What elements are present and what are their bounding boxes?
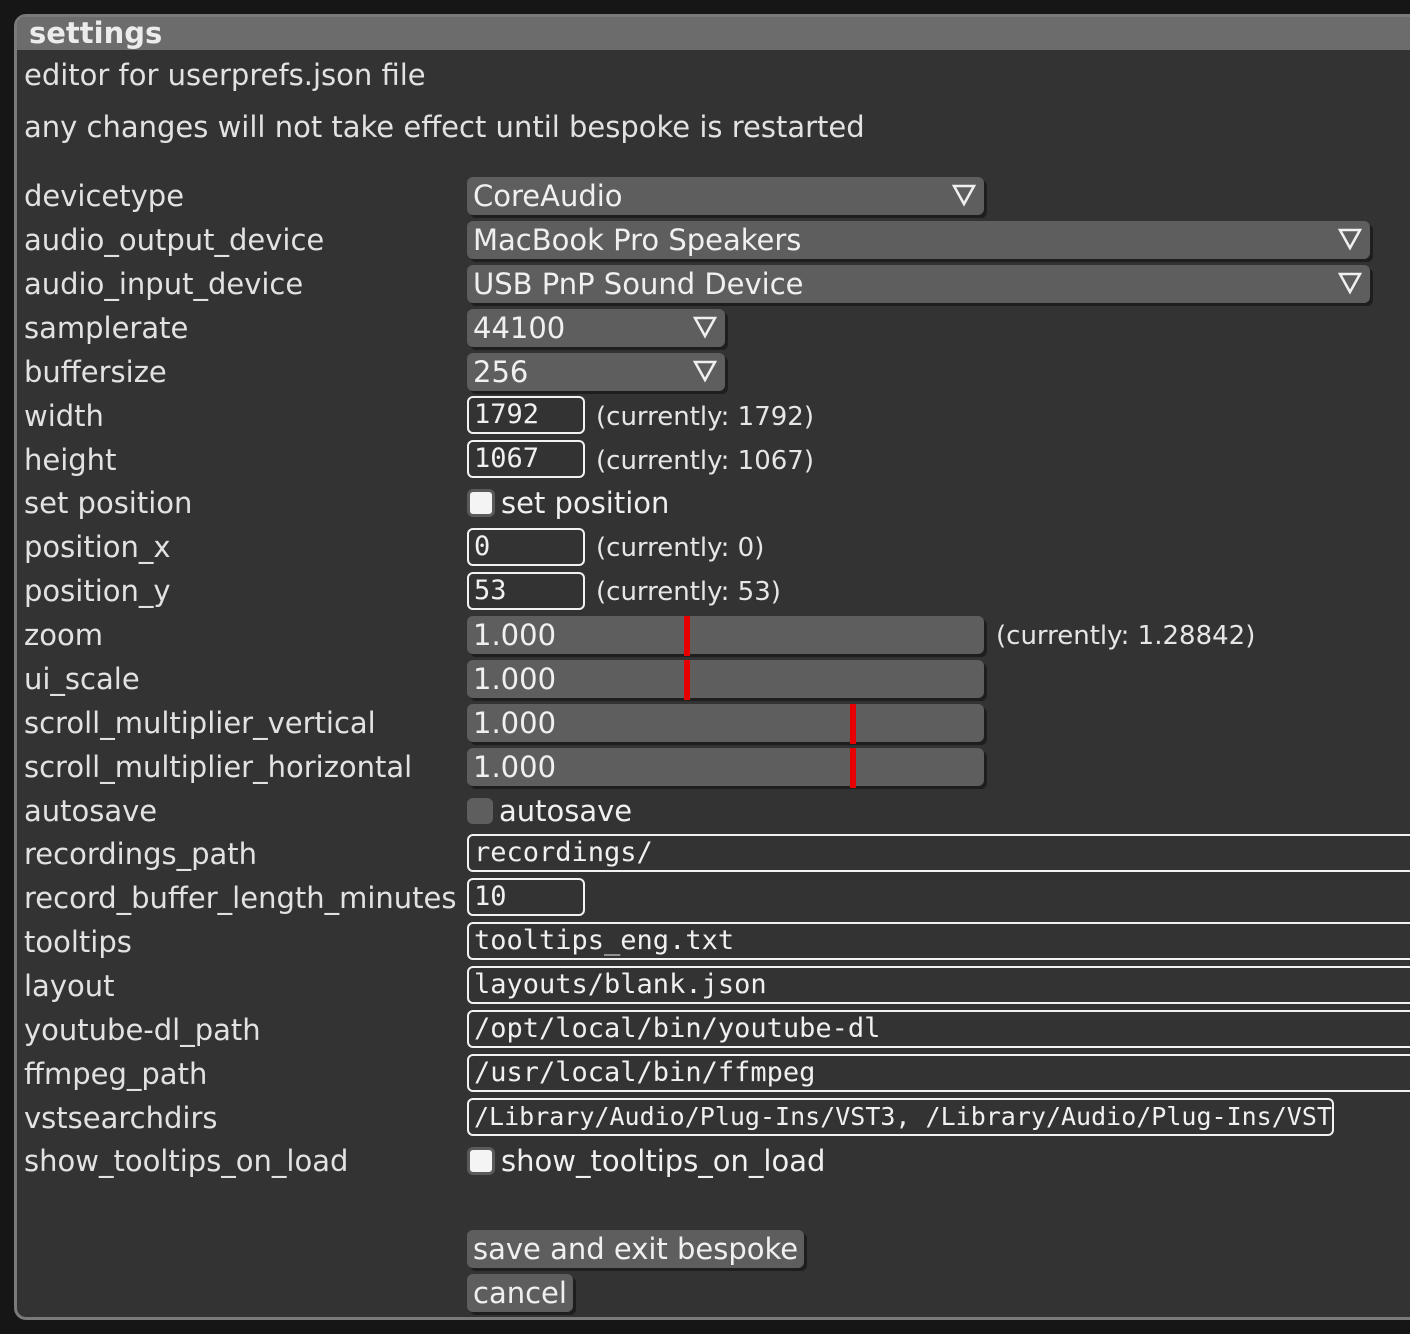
window-title: settings [29,16,163,50]
title-bar[interactable]: settings [17,17,1410,50]
samplerate-value: 44100 [473,311,566,345]
scroll-multiplier-horizontal-value: 1.000 [473,750,557,784]
show-tooltips-on-load-checkbox-row[interactable]: show_tooltips_on_load [467,1142,825,1180]
ui-scale-slider[interactable]: 1.000 [467,660,984,700]
zoom-current: (currently: 1.28842) [996,621,1256,651]
ui-scale-value: 1.000 [473,662,557,696]
dropdown-arrow-icon [952,184,976,207]
dropdown-arrow-icon [693,360,717,383]
zoom-value: 1.000 [473,618,557,652]
show-tooltips-on-load-checkbox[interactable] [467,1147,495,1175]
record-buffer-length-minutes-input[interactable]: 10 [467,878,585,916]
devicetype-dropdown[interactable]: CoreAudio [467,177,984,215]
width-input[interactable]: 1792 [467,396,585,434]
buffersize-dropdown[interactable]: 256 [467,353,725,391]
scroll-multiplier-vertical-slider[interactable]: 1.000 [467,704,984,744]
set-position-checkbox-row[interactable]: set position [467,484,669,522]
buffersize-value: 256 [473,355,529,389]
label-scroll-multiplier-vertical: scroll_multiplier_vertical [24,706,376,740]
dropdown-arrow-icon [693,316,717,339]
label-scroll-multiplier-horizontal: scroll_multiplier_horizontal [24,750,413,784]
tooltips-input[interactable]: tooltips_eng.txt [467,922,1410,960]
position-x-current: (currently: 0) [596,533,765,563]
label-samplerate: samplerate [24,311,189,345]
label-autosave: autosave [24,794,158,828]
layout-input[interactable]: layouts/blank.json [467,966,1410,1004]
label-position-x: position_x [24,530,171,564]
audio-input-device-value: USB PnP Sound Device [473,267,804,301]
dropdown-arrow-icon [1338,228,1362,251]
dropdown-arrow-icon [1338,272,1362,295]
height-input[interactable]: 1067 [467,440,585,478]
label-position-y: position_y [24,574,171,608]
cancel-button[interactable]: cancel [467,1274,573,1312]
youtube-dl-path-input[interactable]: /opt/local/bin/youtube-dl [467,1010,1410,1048]
set-position-checkbox[interactable] [467,489,495,517]
label-height: height [24,443,117,477]
label-audio-output-device: audio_output_device [24,223,325,257]
recordings-path-input[interactable]: recordings/ [467,834,1410,872]
info-line-editor: editor for userprefs.json file [24,58,426,92]
scroll-multiplier-vertical-value: 1.000 [473,706,557,740]
audio-output-device-value: MacBook Pro Speakers [473,223,802,257]
label-ui-scale: ui_scale [24,662,140,696]
info-line-restart: any changes will not take effect until b… [24,110,865,144]
scroll-multiplier-horizontal-slider[interactable]: 1.000 [467,748,984,788]
label-recordings-path: recordings_path [24,837,258,871]
label-zoom: zoom [24,618,103,652]
autosave-checkbox-label: autosave [499,794,633,828]
label-layout: layout [24,969,115,1003]
label-tooltips: tooltips [24,925,132,959]
vstsearchdirs-input[interactable]: /Library/Audio/Plug-Ins/VST3, /Library/A… [467,1098,1334,1136]
label-devicetype: devicetype [24,179,185,213]
position-y-current: (currently: 53) [596,577,781,607]
height-current: (currently: 1067) [596,446,814,476]
label-record-buffer-length-minutes: record_buffer_length_minutes [24,881,457,915]
label-youtube-dl-path: youtube-dl_path [24,1013,261,1047]
label-vstsearchdirs: vstsearchdirs [24,1101,218,1135]
label-width: width [24,399,104,433]
audio-output-device-dropdown[interactable]: MacBook Pro Speakers [467,221,1370,259]
ffmpeg-path-input[interactable]: /usr/local/bin/ffmpeg [467,1054,1410,1092]
autosave-checkbox[interactable] [467,798,493,824]
save-and-exit-button[interactable]: save and exit bespoke [467,1230,805,1268]
width-current: (currently: 1792) [596,402,814,432]
zoom-slider[interactable]: 1.000 [467,616,984,656]
position-x-input[interactable]: 0 [467,528,585,566]
zoom-slider-marker[interactable] [684,616,690,656]
label-show-tooltips-on-load: show_tooltips_on_load [24,1144,349,1178]
label-ffmpeg-path: ffmpeg_path [24,1057,208,1091]
devicetype-value: CoreAudio [473,179,623,213]
scroll-multiplier-vertical-slider-marker[interactable] [850,704,856,744]
samplerate-dropdown[interactable]: 44100 [467,309,725,347]
position-y-input[interactable]: 53 [467,572,585,610]
label-set-position: set position [24,486,193,520]
label-audio-input-device: audio_input_device [24,267,304,301]
show-tooltips-on-load-checkbox-label: show_tooltips_on_load [501,1144,826,1178]
set-position-checkbox-label: set position [501,486,670,520]
autosave-checkbox-row[interactable]: autosave [467,792,632,830]
ui-scale-slider-marker[interactable] [684,660,690,700]
label-buffersize: buffersize [24,355,167,389]
scroll-multiplier-horizontal-slider-marker[interactable] [850,748,856,788]
audio-input-device-dropdown[interactable]: USB PnP Sound Device [467,265,1370,303]
